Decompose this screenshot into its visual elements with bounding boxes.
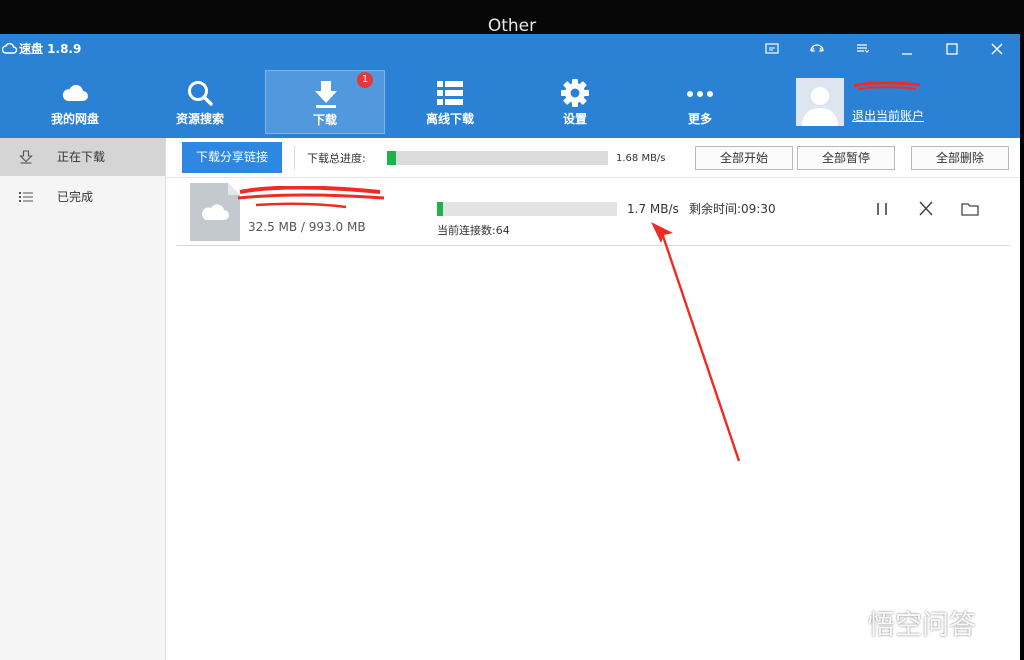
start-all-button[interactable]: 全部开始 [695, 146, 793, 170]
maximize-icon[interactable] [940, 38, 964, 60]
sidebar: 正在下载 已完成 [0, 138, 166, 660]
download-icon [315, 81, 337, 108]
task-progress-fill [437, 202, 443, 216]
total-progress-bar [387, 151, 608, 165]
tool-download[interactable]: 1 下载 [265, 70, 385, 134]
divider [166, 177, 1020, 178]
task-size: 32.5 MB / 993.0 MB [248, 220, 366, 234]
transfer-icon[interactable] [805, 38, 829, 60]
pause-all-button[interactable]: 全部暂停 [797, 146, 895, 170]
app-title: 速盘 1.8.9 [19, 42, 82, 56]
cancel-icon[interactable] [916, 200, 936, 218]
desktop-top-bar: Other [0, 0, 1024, 36]
title-bar: 速盘 1.8.9 [0, 34, 1020, 64]
tool-label: 下载 [312, 113, 337, 127]
download-panel: 下载分享链接 下载总进度: 1.68 MB/s 全部开始 全部暂停 全部删除 3… [166, 138, 1020, 660]
avatar[interactable] [796, 78, 844, 126]
app-cloud-icon [2, 42, 17, 54]
screen-icon[interactable] [760, 38, 784, 60]
task-row[interactable]: 32.5 MB / 993.0 MB 当前连接数:64 1.7 MB/s 剩余时… [176, 180, 1010, 246]
menu-icon[interactable] [850, 38, 874, 60]
more-icon [687, 91, 713, 97]
gear-icon [561, 79, 589, 107]
watermark-text: 悟空问答 [868, 610, 976, 641]
tool-label: 设置 [562, 112, 587, 126]
task-time-left: 剩余时间:09:30 [689, 202, 776, 216]
cloud-icon [62, 84, 88, 101]
tool-label: 我的网盘 [50, 112, 99, 126]
minimize-icon[interactable] [895, 38, 919, 60]
total-progress-label: 下载总进度: [307, 152, 366, 165]
sidebar-item-label: 正在下载 [57, 150, 106, 164]
tool-label: 离线下载 [425, 112, 474, 126]
tool-offline-download[interactable]: 离线下载 [390, 70, 510, 134]
app-window: 速盘 1.8.9 我的网盘 资源搜索 1 下载 离线下载 设置 更多 退出当前账… [0, 34, 1020, 660]
tool-resource-search[interactable]: 资源搜索 [140, 70, 260, 134]
sidebar-item-downloading[interactable]: 正在下载 [0, 138, 165, 176]
sidebar-item-completed[interactable]: 已完成 [0, 178, 165, 216]
tool-more[interactable]: 更多 [640, 70, 760, 134]
user-silhouette-icon [802, 87, 838, 126]
main-toolbar: 我的网盘 资源搜索 1 下载 离线下载 设置 更多 退出当前账户 [0, 64, 1020, 138]
total-speed: 1.68 MB/s [616, 153, 666, 164]
logout-link[interactable]: 退出当前账户 [852, 108, 924, 124]
folder-icon[interactable] [960, 200, 980, 218]
download-share-link-button[interactable]: 下载分享链接 [182, 142, 282, 173]
close-icon[interactable] [985, 38, 1009, 60]
task-connections: 当前连接数:64 [437, 224, 510, 237]
file-cloud-icon [190, 183, 240, 241]
tool-label: 更多 [687, 112, 712, 126]
download-arrow-icon [19, 150, 33, 164]
sidebar-item-label: 已完成 [57, 190, 94, 204]
redacted-username [853, 81, 921, 90]
tool-label: 资源搜索 [175, 112, 224, 126]
search-icon [188, 81, 213, 106]
tool-settings[interactable]: 设置 [515, 70, 635, 134]
speech-bubbles-icon [817, 616, 859, 638]
divider [294, 146, 295, 170]
tool-my-cloud[interactable]: 我的网盘 [15, 70, 135, 134]
download-count-badge: 1 [357, 72, 373, 88]
desktop-caption: Other [487, 16, 537, 36]
list-icon [19, 192, 33, 202]
redacted-file-name [237, 186, 385, 209]
total-progress-fill [387, 151, 396, 165]
task-progress-bar [437, 202, 617, 216]
list-icon [437, 81, 463, 105]
account-panel: 退出当前账户 [796, 78, 996, 130]
window-edge [1020, 34, 1024, 660]
task-speed: 1.7 MB/s [627, 202, 679, 216]
pause-icon[interactable] [872, 200, 892, 218]
delete-all-button[interactable]: 全部删除 [911, 146, 1009, 170]
